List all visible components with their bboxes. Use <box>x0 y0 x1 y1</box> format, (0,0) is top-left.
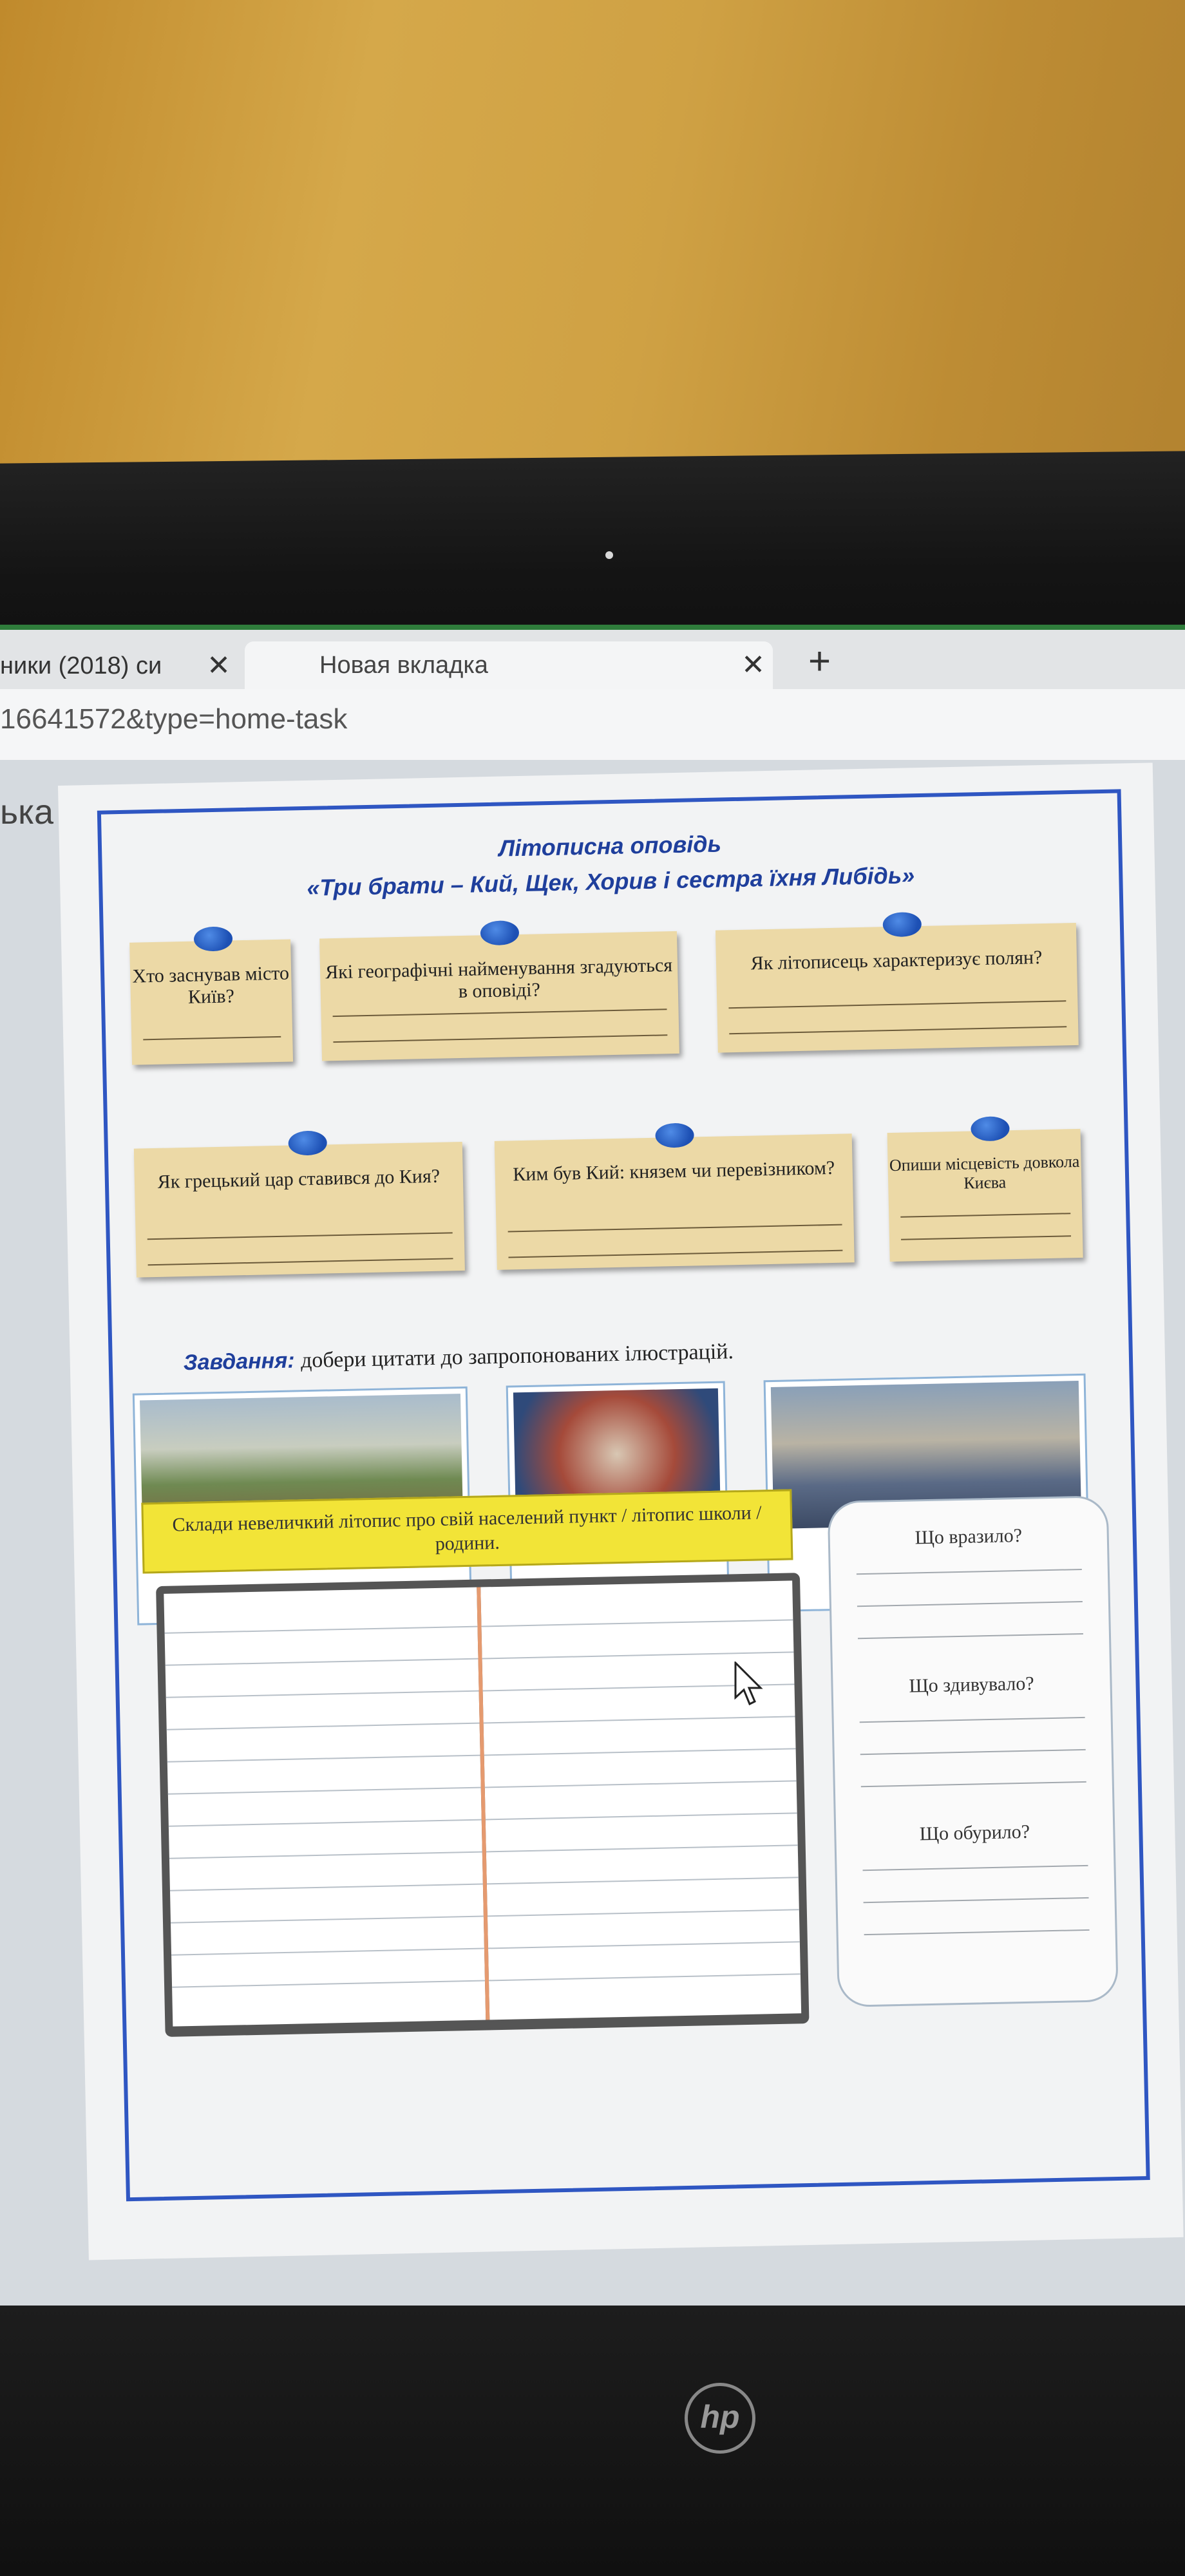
webcam <box>605 551 613 559</box>
pin-icon <box>480 920 520 946</box>
question-text: Опиши місцевість довкола Києва <box>889 1151 1080 1193</box>
url-text: 16641572&type=home-task <box>0 703 348 735</box>
answer-line <box>857 1600 1083 1607</box>
question-note: Як грецький цар ставився до Кия? <box>133 1130 465 1278</box>
answer-line <box>860 1748 1086 1756</box>
question-note: Опиши місцевість довкола Києва <box>887 1116 1083 1262</box>
notebook-line <box>168 1819 482 1827</box>
reflection-question: Що здивувало? <box>909 1672 1034 1697</box>
answer-line <box>857 1633 1083 1640</box>
reflection-box: Що вразило? Що здивувало? Що обурило? <box>827 1495 1119 2008</box>
hp-logo: hp <box>685 2383 755 2454</box>
notebook-line <box>485 1812 797 1821</box>
worksheet-frame: Літописна оповідь «Три брати – Кий, Щек,… <box>97 789 1150 2202</box>
tab-bar: ники (2018) си ✕ Новая вкладка ✕ + <box>0 625 1185 689</box>
notebook-line <box>486 1844 798 1853</box>
answer-line <box>332 1009 667 1018</box>
answer-line <box>856 1568 1082 1575</box>
reflection-question: Що вразило? <box>915 1524 1023 1549</box>
question-text: Як літописець характеризує полян? <box>750 947 1043 974</box>
new-tab-button[interactable]: + <box>808 639 831 683</box>
answer-line <box>863 1897 1089 1904</box>
answer-line <box>508 1249 843 1258</box>
notebook-line <box>486 1877 799 1885</box>
question-note: Хто заснував місто Київ? <box>129 926 294 1065</box>
close-icon[interactable]: ✕ <box>741 641 765 689</box>
address-bar[interactable]: 16641572&type=home-task <box>0 689 1185 761</box>
answer-line <box>901 1235 1072 1240</box>
answer-line <box>859 1716 1085 1723</box>
notebook-line <box>170 1915 484 1924</box>
tab-new-label: Новая вкладка <box>319 652 488 679</box>
answer-line <box>333 1034 668 1043</box>
question-text: Хто заснував місто Київ? <box>132 962 290 1008</box>
question-text: Як грецький цар ставився до Кия? <box>157 1165 441 1193</box>
notebook-page-right <box>480 1580 802 2020</box>
pin-icon <box>288 1130 328 1156</box>
answer-line <box>900 1213 1071 1218</box>
pin-icon <box>193 926 233 952</box>
notebook-line <box>488 1941 800 1949</box>
side-text: ька <box>0 793 53 831</box>
question-note: Які географічні найменування згадуються … <box>319 920 679 1061</box>
close-icon[interactable]: ✕ <box>207 647 231 685</box>
notebook-line <box>481 1619 793 1627</box>
notebook-line <box>482 1651 794 1660</box>
notebook-illustration <box>156 1573 810 2037</box>
wall-background <box>0 0 1185 496</box>
chronicle-prompt: Склади невеличкий літопис про свій насел… <box>141 1489 793 1574</box>
notebook-line <box>166 1690 479 1698</box>
notebook-line <box>484 1780 797 1788</box>
pin-icon <box>971 1116 1010 1142</box>
notebook-line <box>169 1883 483 1891</box>
notebook-line <box>164 1625 478 1634</box>
notebook-line <box>165 1658 479 1666</box>
laptop-screen: ники (2018) си ✕ Новая вкладка ✕ + 16641… <box>0 625 1185 2312</box>
answer-line <box>147 1232 453 1240</box>
task-instruction: Завдання: добери цитати до запропоновани… <box>183 1339 734 1376</box>
question-text: Ким був Кий: князем чи перевізником? <box>512 1157 835 1186</box>
tab-previous-label: ники (2018) си <box>0 652 162 679</box>
answer-line <box>507 1224 842 1233</box>
notebook-line <box>167 1754 480 1763</box>
question-text: Які географічні найменування згадуються … <box>325 954 673 1003</box>
notebook-line <box>172 1980 486 1988</box>
task-label: Завдання: <box>183 1348 295 1376</box>
laptop-bezel-bottom <box>0 2306 1185 2576</box>
notebook-page-left <box>164 1587 486 2027</box>
notebook-line <box>483 1716 795 1724</box>
pin-icon <box>882 911 922 938</box>
notebook-line <box>171 1947 484 1956</box>
answer-line <box>864 1929 1090 1936</box>
answer-line <box>728 1000 1066 1009</box>
answer-line <box>729 1026 1067 1035</box>
question-note: Ким був Кий: князем чи перевізником? <box>494 1122 855 1270</box>
answer-line <box>147 1258 453 1266</box>
notebook-line <box>169 1851 482 1859</box>
notebook-line <box>167 1786 481 1795</box>
answer-line <box>862 1864 1088 1871</box>
tab-new[interactable]: Новая вкладка ✕ <box>245 641 773 689</box>
answer-line <box>860 1781 1086 1788</box>
task-text: добери цитати до запропонованих ілюстрац… <box>300 1340 734 1373</box>
notebook-line <box>488 1973 801 1982</box>
question-note: Як літописець характеризує полян? <box>715 911 1079 1053</box>
pin-icon <box>655 1122 694 1148</box>
reflection-question: Що обурило? <box>919 1821 1030 1845</box>
answer-line <box>143 1036 281 1041</box>
notebook-line <box>166 1722 480 1730</box>
notebook-line <box>484 1748 796 1756</box>
mouse-cursor-icon <box>734 1662 763 1706</box>
worksheet-image: Літописна оповідь «Три брати – Кий, Щек,… <box>58 762 1184 2260</box>
tab-previous[interactable]: ники (2018) си ✕ <box>0 647 238 685</box>
notebook-line <box>487 1909 799 1917</box>
